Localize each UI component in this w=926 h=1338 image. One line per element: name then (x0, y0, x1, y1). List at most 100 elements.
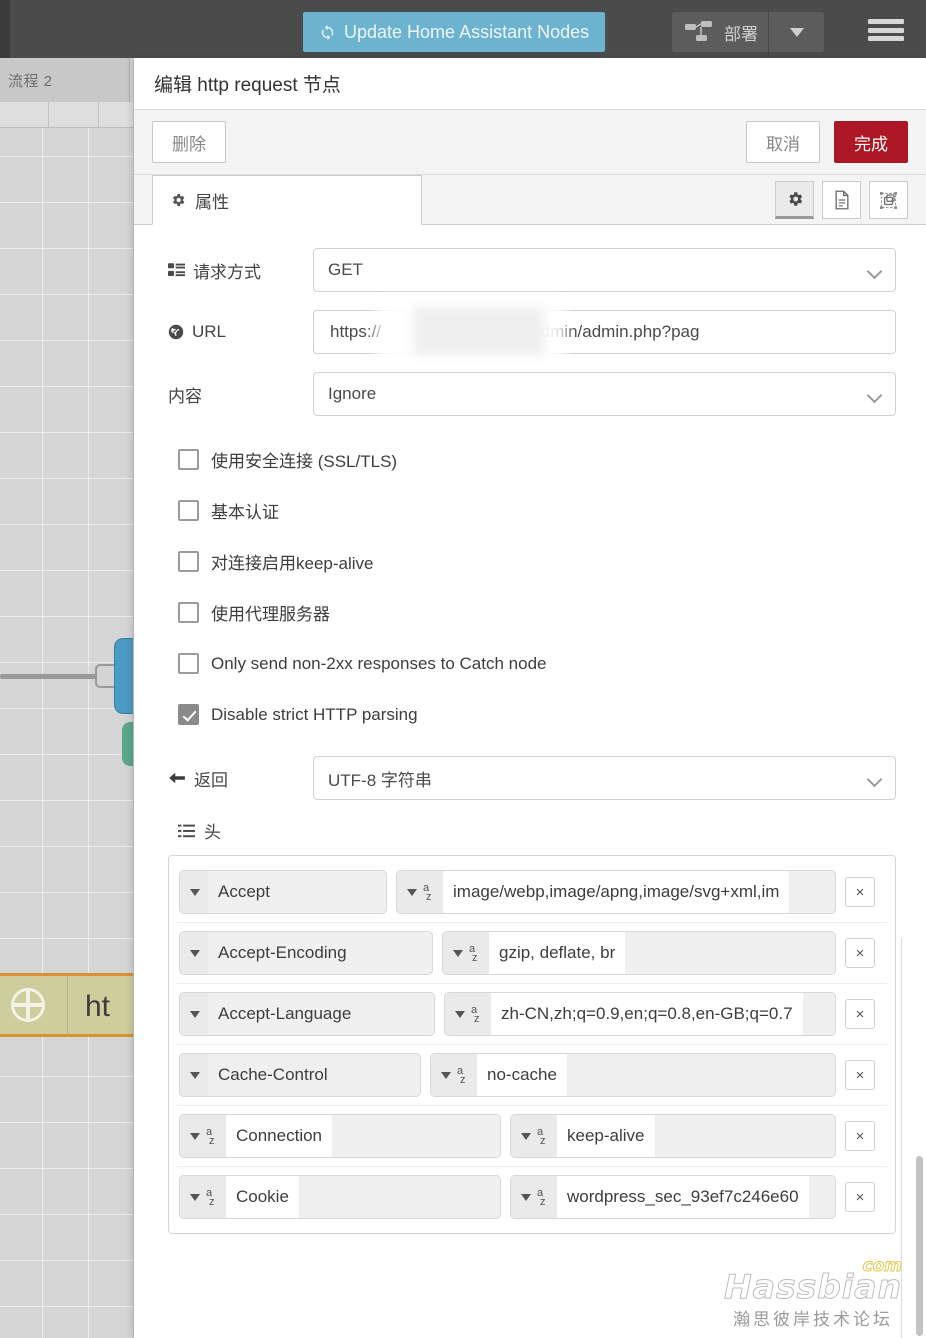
header-remove-button-3[interactable]: × (845, 1060, 875, 1090)
dialog-scrollbar-thumb[interactable] (916, 1156, 923, 1336)
chevron-down-icon (190, 1010, 200, 1018)
flow-wire (0, 674, 98, 679)
header-value-text-0: image/webp,image/apng,image/svg+xml,im (443, 871, 790, 913)
checkbox-row-proxy[interactable]: 使用代理服务器 (178, 587, 896, 638)
header-key-5[interactable]: az Cookie (179, 1175, 501, 1219)
header-value-type-toggle-4[interactable]: az (511, 1115, 557, 1157)
appearance-icon (880, 191, 897, 209)
header-value-type-toggle-1[interactable]: az (443, 932, 489, 974)
headers-list: Accept az image/webp,image/apng,image/sv… (168, 855, 896, 1234)
header-key-4[interactable]: az Connection (179, 1114, 501, 1158)
header-value-text-5: wordpress_sec_93ef7c246e60 (557, 1176, 809, 1218)
header-key-text-5: Cookie (226, 1176, 299, 1218)
globe-icon (168, 324, 184, 340)
checkbox-basic-auth[interactable] (178, 500, 199, 521)
header-row: az Connection az keep-alive × (177, 1106, 887, 1167)
canvas-node-http-request[interactable]: ht (0, 973, 148, 1037)
chevron-down-icon (190, 1132, 200, 1140)
header-value-type-toggle-3[interactable]: az (431, 1054, 477, 1096)
done-button[interactable]: 完成 (834, 121, 908, 163)
return-select[interactable]: UTF-8 字符串 (313, 756, 896, 800)
header-key-type-toggle-2[interactable] (180, 993, 208, 1035)
checkbox-ssl[interactable] (178, 449, 199, 470)
deploy-label: 部署 (724, 24, 758, 44)
checkbox-row-catch-node[interactable]: Only send non-2xx responses to Catch nod… (178, 638, 896, 689)
header-remove-button-5[interactable]: × (845, 1182, 875, 1212)
url-input[interactable] (328, 321, 881, 343)
header-value-3[interactable]: az no-cache (430, 1053, 836, 1097)
checkbox-row-ssl[interactable]: 使用安全连接 (SSL/TLS) (178, 434, 896, 485)
dialog-tabbar: 属性 (134, 175, 926, 225)
url-input-wrapper[interactable] (313, 299, 896, 365)
tab-properties[interactable]: 属性 (152, 175, 422, 225)
header-remove-button-1[interactable]: × (845, 938, 875, 968)
payload-select[interactable]: Ignore (313, 372, 896, 416)
string-type-icon: az (457, 1065, 466, 1086)
dialog-title: 编辑 http request 节点 (134, 58, 926, 110)
refresh-icon (321, 24, 334, 40)
checkbox-keepalive[interactable] (178, 551, 199, 572)
header-value-2[interactable]: az zh-CN,zh;q=0.9,en;q=0.8,en-GB;q=0.7 (444, 992, 836, 1036)
flow-tab-2[interactable]: 流程 2 (0, 58, 130, 102)
arrow-left-icon (169, 772, 185, 784)
method-label: 请求方式 (193, 262, 261, 282)
checkbox-proxy-label: 使用代理服务器 (211, 605, 330, 624)
header-value-type-toggle-5[interactable]: az (511, 1176, 557, 1218)
update-home-assistant-nodes-button[interactable]: Update Home Assistant Nodes (303, 12, 606, 52)
header-key-type-toggle-0[interactable] (180, 871, 208, 913)
checkbox-catch-node[interactable] (178, 653, 199, 674)
checkbox-proxy[interactable] (178, 602, 199, 623)
header-remove-button-4[interactable]: × (845, 1121, 875, 1151)
deploy-button[interactable]: 部署 (672, 12, 824, 52)
form-row-method: 请求方式 GET (168, 248, 896, 292)
tab-icon-properties[interactable] (775, 181, 814, 219)
checkbox-row-basic-auth[interactable]: 基本认证 (178, 485, 896, 536)
flow-canvas[interactable]: ht (0, 58, 181, 1338)
header-value-text-1: gzip, deflate, br (489, 932, 626, 974)
header-value-type-toggle-0[interactable]: az (397, 871, 443, 913)
header-value-text-3: no-cache (477, 1054, 567, 1096)
document-icon (835, 190, 848, 210)
header-key-2[interactable]: Accept-Language (179, 992, 435, 1036)
app-root: ht 流程 2 Update Home Assistant Nodes 部署 编… (0, 0, 926, 1338)
checkbox-row-keepalive[interactable]: 对连接启用keep-alive (178, 536, 896, 587)
header-value-1[interactable]: az gzip, deflate, br (442, 931, 836, 975)
header-key-type-toggle-4[interactable]: az (180, 1115, 226, 1157)
checkbox-strict-parsing[interactable] (178, 704, 199, 725)
tab-icon-description[interactable] (822, 181, 861, 219)
deploy-dropdown-toggle[interactable] (769, 12, 824, 52)
dialog-scrollbar-track[interactable] (916, 226, 925, 1338)
return-label: 返回 (194, 770, 228, 790)
chevron-down-icon (453, 949, 463, 957)
deploy-main[interactable]: 部署 (672, 12, 769, 52)
delete-button[interactable]: 删除 (152, 121, 226, 163)
header-remove-button-0[interactable]: × (845, 877, 875, 907)
header-value-4[interactable]: az keep-alive (510, 1114, 836, 1158)
checkbox-catch-node-label: Only send non-2xx responses to Catch nod… (211, 653, 547, 673)
header-key-1[interactable]: Accept-Encoding (179, 931, 433, 975)
top-toolbar: Update Home Assistant Nodes 部署 (0, 0, 926, 58)
header-key-0[interactable]: Accept (179, 870, 387, 914)
checkbox-basic-auth-label: 基本认证 (211, 503, 279, 522)
header-remove-button-2[interactable]: × (845, 999, 875, 1029)
header-value-5[interactable]: az wordpress_sec_93ef7c246e60 (510, 1175, 836, 1219)
header-key-3[interactable]: Cache-Control (179, 1053, 421, 1097)
toolbar-left-edge (0, 0, 10, 58)
tab-icon-appearance[interactable] (869, 181, 908, 219)
checkbox-row-strict-parsing[interactable]: Disable strict HTTP parsing (178, 689, 896, 740)
hamburger-menu-icon[interactable] (866, 15, 906, 45)
header-key-type-toggle-3[interactable] (180, 1054, 208, 1096)
header-value-type-toggle-2[interactable]: az (445, 993, 491, 1035)
header-value-0[interactable]: az image/webp,image/apng,image/svg+xml,i… (396, 870, 836, 914)
header-key-type-toggle-5[interactable]: az (180, 1176, 226, 1218)
form-row-return: 返回 UTF-8 字符串 (168, 756, 896, 800)
string-type-icon: az (469, 943, 478, 964)
header-key-type-toggle-1[interactable] (180, 932, 208, 974)
checkbox-keepalive-label: 对连接启用keep-alive (211, 554, 374, 573)
header-value-text-4: keep-alive (557, 1115, 655, 1157)
gear-icon (788, 192, 802, 206)
method-select[interactable]: GET (313, 248, 896, 292)
tasks-icon (168, 263, 185, 277)
headers-section-title: 头 (178, 818, 896, 843)
cancel-button[interactable]: 取消 (746, 121, 820, 163)
